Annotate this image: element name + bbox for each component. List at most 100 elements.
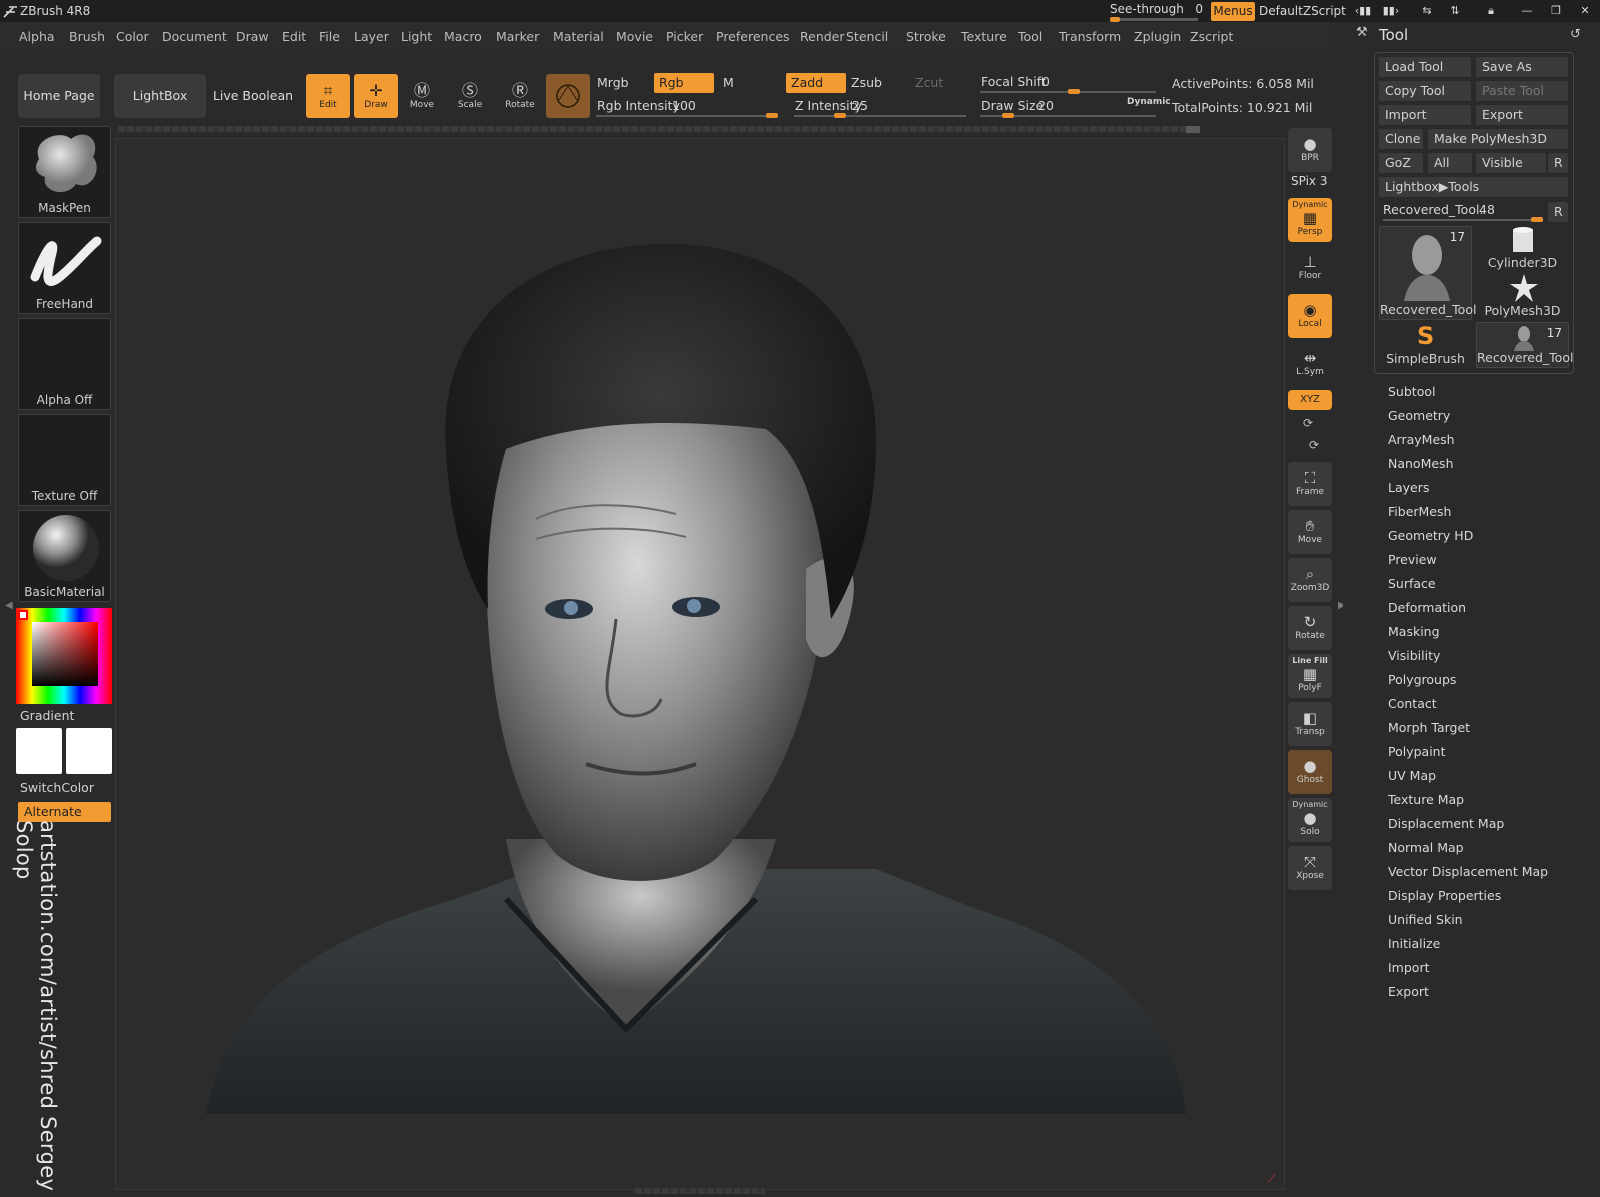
brush-slot[interactable]: MaskPen — [18, 126, 111, 218]
subpalette-geometry[interactable]: Geometry — [1388, 408, 1450, 423]
load-tool-button[interactable]: Load Tool — [1379, 57, 1471, 77]
subpalette-morph-target[interactable]: Morph Target — [1388, 720, 1470, 735]
frame-button[interactable]: ⛶ Frame — [1288, 462, 1332, 506]
home-page-button[interactable]: Home Page — [18, 74, 100, 118]
stroke-slot[interactable]: FreeHand — [18, 222, 111, 314]
menu-movie[interactable]: Movie — [616, 29, 653, 44]
subpalette-surface[interactable]: Surface — [1388, 576, 1436, 591]
mrgb-toggle[interactable]: Mrgb — [592, 73, 652, 93]
canvas-bottom-scroller[interactable] — [635, 1188, 765, 1194]
subpalette-polypaint[interactable]: Polypaint — [1388, 744, 1446, 759]
move-view-button[interactable]: ✋︎ Move — [1288, 510, 1332, 554]
rgb-intensity-knob[interactable] — [766, 113, 778, 118]
zcut-toggle[interactable]: Zcut — [910, 73, 970, 93]
spix-slider[interactable]: SPix 3 — [1291, 174, 1328, 188]
export-button[interactable]: Export — [1476, 105, 1568, 125]
m-toggle[interactable]: M — [718, 73, 768, 93]
save-as-button[interactable]: Save As — [1476, 57, 1568, 77]
corner-resize-icon[interactable]: ⟋ — [1268, 1172, 1280, 1185]
menus-toggle-button[interactable]: Menus — [1211, 2, 1255, 21]
copy-tool-button[interactable]: Copy Tool — [1379, 81, 1471, 101]
menu-draw[interactable]: Draw — [236, 29, 269, 44]
main-color-swatch[interactable] — [16, 728, 62, 774]
alternate-toggle[interactable]: Alternate — [18, 802, 111, 822]
menu-marker[interactable]: Marker — [496, 29, 539, 44]
subpalette-deformation[interactable]: Deformation — [1388, 600, 1466, 615]
color-picker-square[interactable] — [32, 622, 98, 686]
subpalette-uv-map[interactable]: UV Map — [1388, 768, 1436, 783]
menu-picker[interactable]: Picker — [666, 29, 703, 44]
subpalette-subtool[interactable]: Subtool — [1388, 384, 1435, 399]
restore-icon[interactable]: ❐ — [1545, 3, 1567, 19]
current-tool-knob[interactable] — [1531, 217, 1543, 222]
gradient-label[interactable]: Gradient — [20, 708, 74, 723]
bpr-render-button[interactable]: ● BPR — [1288, 128, 1332, 172]
menu-brush[interactable]: Brush — [69, 29, 105, 44]
subpalette-displacement-map[interactable]: Displacement Map — [1388, 816, 1504, 831]
floor-toggle[interactable]: ⊥ Floor — [1288, 246, 1332, 290]
secondary-color-swatch[interactable] — [66, 728, 112, 774]
minimize-icon[interactable]: — — [1516, 3, 1538, 19]
zsub-toggle[interactable]: Zsub — [846, 73, 906, 93]
menu-color[interactable]: Color — [116, 29, 149, 44]
menu-zscript[interactable]: Zscript — [1190, 29, 1233, 44]
menu-alpha[interactable]: Alpha — [19, 29, 55, 44]
lsym-toggle[interactable]: ⇹ L.Sym — [1288, 342, 1332, 386]
edit-mode-button[interactable]: ⌗ Edit — [306, 74, 350, 118]
draw-size-knob[interactable] — [1002, 113, 1014, 118]
decrease-ui-icon[interactable]: ‹▮▮ — [1352, 3, 1374, 19]
polyframe-toggle[interactable]: Line Fill ▦ PolyF — [1288, 654, 1332, 698]
menu-stroke[interactable]: Stroke — [906, 29, 946, 44]
local-toggle[interactable]: ◉ Local — [1288, 294, 1332, 338]
xyz-rotation-toggle[interactable]: XYZ — [1288, 390, 1332, 410]
y-rotation-icon[interactable]: ⟳ — [1303, 416, 1313, 430]
subpalette-contact[interactable]: Contact — [1388, 696, 1437, 711]
subpalette-arraymesh[interactable]: ArrayMesh — [1388, 432, 1455, 447]
lightbox-tools-button[interactable]: Lightbox▶Tools — [1379, 177, 1568, 197]
ghost-toggle[interactable]: ● Ghost — [1288, 750, 1332, 794]
current-tool-slider[interactable]: Recovered_Tool. 48 — [1379, 200, 1545, 222]
tool-thumb-recovered-1[interactable]: 17 Recovered_Tool — [1379, 226, 1476, 320]
import-button[interactable]: Import — [1379, 105, 1471, 125]
goz-all-button[interactable]: All — [1428, 153, 1472, 173]
see-through-slider[interactable]: See-through 0 — [1110, 2, 1203, 22]
subpalette-layers[interactable]: Layers — [1388, 480, 1429, 495]
document-canvas[interactable] — [115, 138, 1285, 1190]
lock-icon[interactable]: 🔒︎ — [1480, 3, 1502, 19]
goz-button[interactable]: GoZ — [1379, 153, 1423, 173]
menu-macro[interactable]: Macro — [444, 29, 482, 44]
subpalette-masking[interactable]: Masking — [1388, 624, 1440, 639]
zadd-toggle[interactable]: Zadd — [786, 73, 846, 93]
palette-reset-icon[interactable]: ↺ — [1570, 27, 1581, 42]
z-rotation-icon[interactable]: ⟳ — [1309, 438, 1319, 452]
clone-button[interactable]: Clone — [1379, 129, 1423, 149]
menu-preferences[interactable]: Preferences — [716, 29, 790, 44]
tool-r-button[interactable]: R — [1548, 202, 1568, 222]
scroller-handle[interactable] — [1186, 126, 1200, 133]
default-zscript-button[interactable]: DefaultZScript — [1259, 4, 1346, 18]
goz-r-button[interactable]: R — [1548, 153, 1568, 173]
menu-document[interactable]: Document — [162, 29, 227, 44]
tool-thumb-polymesh3d[interactable]: PolyMesh3D — [1476, 274, 1569, 320]
material-slot[interactable]: BasicMaterial — [18, 510, 111, 602]
live-boolean-button[interactable]: Live Boolean — [210, 74, 296, 118]
z-intensity-knob[interactable] — [834, 113, 846, 118]
subpalette-unified-skin[interactable]: Unified Skin — [1388, 912, 1463, 927]
menu-transform[interactable]: Transform — [1059, 29, 1121, 44]
menu-zplugin[interactable]: Zplugin — [1134, 29, 1181, 44]
menu-layer[interactable]: Layer — [354, 29, 389, 44]
subpalette-nanomesh[interactable]: NanoMesh — [1388, 456, 1454, 471]
increase-ui-icon[interactable]: ▮▮› — [1380, 3, 1402, 19]
left-tray-arrow-icon[interactable]: ◀ — [5, 600, 13, 618]
tool-thumb-simplebrush[interactable]: S SimpleBrush — [1379, 322, 1472, 368]
texture-slot[interactable]: Texture Off — [18, 414, 111, 506]
make-polymesh3d-button[interactable]: Make PolyMesh3D — [1428, 129, 1568, 149]
subpalette-visibility[interactable]: Visibility — [1388, 648, 1440, 663]
subpalette-preview[interactable]: Preview — [1388, 552, 1437, 567]
menu-stencil[interactable]: Stencil — [846, 29, 888, 44]
lightbox-button[interactable]: LightBox — [114, 74, 206, 118]
subpalette-geometry-hd[interactable]: Geometry HD — [1388, 528, 1473, 543]
tool-thumb-cylinder3d[interactable]: Cylinder3D — [1476, 226, 1569, 272]
subpalette-export[interactable]: Export — [1388, 984, 1429, 999]
menu-material[interactable]: Material — [553, 29, 604, 44]
